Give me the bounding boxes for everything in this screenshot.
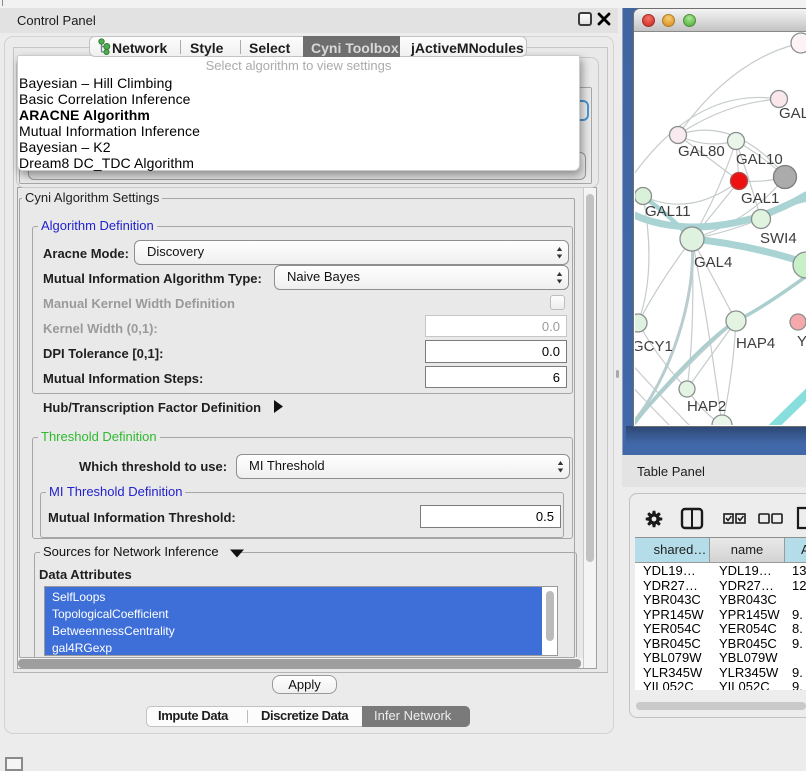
svg-text:HAP4: HAP4 — [736, 335, 775, 352]
svg-text:GAL: GAL — [779, 105, 806, 122]
svg-text:GCY1: GCY1 — [635, 338, 673, 355]
svg-text:GAL4: GAL4 — [694, 254, 732, 271]
svg-text:GAL1: GAL1 — [741, 190, 779, 207]
svg-text:GAL11: GAL11 — [645, 203, 691, 220]
svg-text:HAP2: HAP2 — [687, 398, 726, 415]
svg-text:GAL80: GAL80 — [678, 143, 725, 160]
svg-text:SWI4: SWI4 — [760, 230, 797, 247]
svg-text:GAL10: GAL10 — [736, 151, 783, 168]
svg-text:Y: Y — [797, 333, 806, 350]
